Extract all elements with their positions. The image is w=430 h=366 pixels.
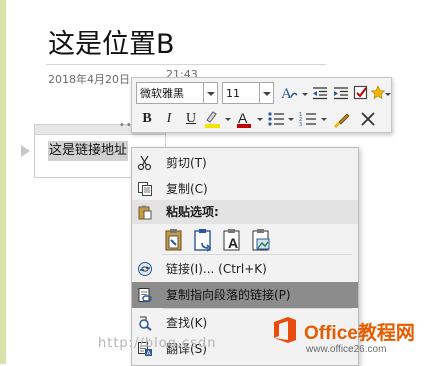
page-date: 2018年4月20日	[48, 73, 130, 86]
close-icon	[361, 112, 375, 126]
font-size-box[interactable]: 11	[222, 82, 260, 104]
increase-indent-button[interactable]	[331, 83, 351, 103]
office-logo-icon	[274, 317, 296, 343]
menu-label-copy-link-to-paragraph: 复制指向段落的链接(P)	[166, 288, 291, 302]
chevron-down-icon	[263, 92, 271, 96]
menu-item-copy[interactable]: 复制(C)	[132, 176, 358, 202]
paste-merge-formatting-button[interactable]	[193, 228, 215, 252]
format-painter-button[interactable]	[330, 109, 352, 129]
menu-item-link[interactable]: 链接(I)... (Ctrl+K)	[132, 256, 358, 282]
notebook-edge-strip	[0, 0, 6, 364]
paste-icon	[138, 205, 152, 220]
paste-keep-formatting-button[interactable]	[164, 228, 186, 252]
svg-text:A: A	[238, 110, 248, 126]
page-title[interactable]: 这是位置B	[48, 22, 175, 61]
paste-picture-button[interactable]	[251, 228, 273, 252]
mini-formatting-toolbar: 微软雅黑 11 A B I U A 1 2 3	[131, 77, 392, 133]
menu-label-find: 查找(K)	[166, 316, 208, 330]
chevron-down-icon[interactable]	[288, 118, 294, 121]
text-effects-button[interactable]: A	[278, 83, 300, 103]
numbering-button[interactable]: 123	[298, 109, 318, 129]
menu-separator	[162, 308, 352, 309]
clear-formatting-button[interactable]	[358, 109, 378, 129]
scissors-icon	[137, 155, 152, 171]
svg-text:3: 3	[299, 122, 302, 127]
numbered-list-icon: 123	[299, 112, 316, 127]
paste-picture-icon	[252, 229, 270, 251]
toolbar-row-2: B I U A 123	[136, 108, 388, 130]
chevron-down-icon[interactable]	[385, 93, 391, 96]
format-painter-icon	[334, 113, 350, 128]
menu-label-cut: 剪切(T)	[166, 156, 207, 170]
paste-keep-formatting-icon	[165, 229, 182, 251]
find-icon	[139, 316, 152, 331]
tags-button[interactable]	[370, 83, 386, 103]
font-name-box[interactable]: 微软雅黑	[136, 82, 204, 104]
decrease-indent-button[interactable]	[310, 83, 330, 103]
link-paragraph-icon	[138, 288, 152, 302]
font-name-dropdown[interactable]	[204, 82, 218, 104]
toolbar-row-1: 微软雅黑 11 A	[136, 82, 391, 106]
chevron-down-icon	[207, 92, 215, 96]
chevron-down-icon[interactable]	[302, 93, 308, 96]
chevron-down-icon[interactable]	[257, 118, 263, 121]
copy-icon	[138, 182, 152, 196]
paste-options-row: A	[160, 226, 320, 254]
text-effects-icon: A	[281, 86, 298, 102]
italic-button[interactable]: I	[162, 109, 176, 129]
highlight-button[interactable]	[202, 109, 222, 129]
menu-separator	[162, 254, 352, 255]
todo-tag-button[interactable]	[352, 83, 370, 103]
decrease-indent-icon	[313, 87, 327, 100]
brand-url: www.office26.com	[306, 344, 387, 355]
font-color-button[interactable]: A	[234, 109, 254, 129]
selected-note-text[interactable]: 这是链接地址	[48, 141, 129, 161]
highlighter-icon	[205, 111, 220, 128]
chevron-down-icon[interactable]	[321, 118, 327, 121]
chevron-down-icon[interactable]	[225, 118, 231, 121]
paste-options-header: 粘贴选项:	[132, 200, 358, 224]
bullets-button[interactable]	[266, 109, 286, 129]
paragraph-handle-icon[interactable]	[21, 145, 30, 157]
svg-text:A: A	[281, 86, 292, 102]
menu-label-copy: 复制(C)	[166, 182, 208, 196]
paste-text-only-button[interactable]: A	[222, 228, 244, 252]
bold-button[interactable]: B	[140, 109, 154, 129]
underline-button[interactable]: U	[184, 109, 198, 129]
increase-indent-icon	[334, 87, 348, 100]
checkbox-icon	[353, 85, 368, 100]
watermark-url: http://blog.csdn	[98, 336, 217, 351]
title-underline	[46, 64, 326, 65]
menu-item-cut[interactable]: 剪切(T)	[132, 150, 358, 176]
svg-text:A: A	[228, 235, 238, 251]
menu-label-link: 链接(I)... (Ctrl+K)	[166, 262, 267, 276]
font-size-dropdown[interactable]	[260, 82, 274, 104]
bullet-list-icon	[268, 112, 284, 126]
star-tag-icon	[370, 85, 386, 100]
paste-merge-formatting-icon	[194, 229, 212, 252]
menu-item-copy-link-to-paragraph[interactable]: 复制指向段落的链接(P)	[132, 282, 358, 308]
paste-text-only-icon: A	[223, 229, 240, 251]
brand-name: Office教程网	[304, 323, 415, 344]
link-icon	[138, 262, 152, 276]
font-color-icon: A	[237, 110, 251, 128]
menu-label-paste-options: 粘贴选项:	[166, 205, 219, 219]
